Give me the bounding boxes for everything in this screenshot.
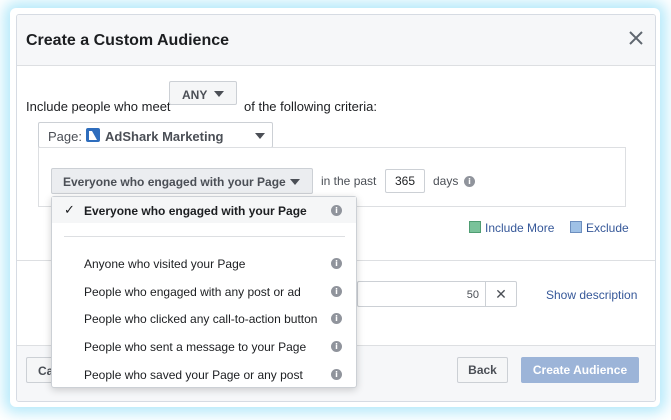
menu-divider xyxy=(64,236,345,237)
create-audience-button[interactable]: Create Audience xyxy=(521,357,639,383)
menu-item-label: People who clicked any call-to-action bu… xyxy=(84,312,318,326)
clear-icon[interactable]: ✕ xyxy=(485,281,517,307)
dialog-title: Create a Custom Audience xyxy=(26,32,230,49)
info-icon[interactable]: i xyxy=(464,176,475,187)
menu-item-visited-page[interactable]: Anyone who visited your Page i xyxy=(52,250,356,276)
info-icon[interactable]: i xyxy=(331,369,342,380)
exclude-icon xyxy=(570,221,582,233)
page-selector-label: Page: xyxy=(48,129,82,144)
include-more-label: Include More xyxy=(485,221,555,235)
chevron-down-icon xyxy=(290,179,300,185)
menu-item-engaged-post-ad[interactable]: People who engaged with any post or ad i xyxy=(52,278,356,304)
menu-item-label: People who engaged with any post or ad xyxy=(84,285,301,299)
show-description-link[interactable]: Show description xyxy=(546,288,637,302)
menu-item-saved-page[interactable]: People who saved your Page or any post i xyxy=(52,361,356,387)
retention-days-input[interactable] xyxy=(385,169,425,193)
info-icon[interactable]: i xyxy=(331,258,342,269)
close-icon[interactable] xyxy=(627,29,645,47)
include-more-icon xyxy=(469,221,481,233)
dialog-header: Create a Custom Audience xyxy=(17,15,655,66)
audience-name-input[interactable]: 50 xyxy=(357,281,485,307)
page-selector[interactable]: Page: AdShark Marketing xyxy=(38,122,273,148)
char-count: 50 xyxy=(466,289,479,301)
criteria-prefix: Include people who meet xyxy=(26,99,171,114)
menu-item-label: People who saved your Page or any post xyxy=(84,368,303,382)
menu-item-label: People who sent a message to your Page xyxy=(84,340,307,354)
page-name: AdShark Marketing xyxy=(105,129,224,144)
menu-item-everyone-engaged[interactable]: ✓ Everyone who engaged with your Page i xyxy=(52,197,356,223)
info-icon[interactable]: i xyxy=(331,313,342,324)
in-the-past-label: in the past xyxy=(321,174,377,188)
engagement-type-label: Everyone who engaged with your Page xyxy=(63,175,286,189)
exclude-link[interactable]: Exclude xyxy=(570,221,629,235)
info-icon[interactable]: i xyxy=(331,205,342,216)
menu-item-sent-message[interactable]: People who sent a message to your Page i xyxy=(52,333,356,359)
info-icon[interactable]: i xyxy=(331,286,342,297)
exclude-label: Exclude xyxy=(586,221,629,235)
menu-item-label: Anyone who visited your Page xyxy=(84,257,246,271)
match-any-label: ANY xyxy=(182,88,208,102)
menu-item-clicked-cta[interactable]: People who clicked any call-to-action bu… xyxy=(52,305,356,331)
engagement-type-menu: ✓ Everyone who engaged with your Page i … xyxy=(51,196,357,388)
chevron-down-icon xyxy=(214,91,224,97)
info-icon[interactable]: i xyxy=(331,341,342,352)
days-label: days xyxy=(433,174,459,188)
menu-item-label: Everyone who engaged with your Page xyxy=(84,204,307,218)
check-icon: ✓ xyxy=(64,202,75,217)
criteria-suffix: of the following criteria: xyxy=(244,99,377,114)
match-any-dropdown[interactable]: ANY xyxy=(169,81,237,105)
include-more-link[interactable]: Include More xyxy=(469,221,554,235)
back-button[interactable]: Back xyxy=(457,357,508,383)
engagement-type-dropdown[interactable]: Everyone who engaged with your Page xyxy=(51,168,313,194)
chevron-down-icon xyxy=(255,133,265,139)
page-logo-icon xyxy=(86,128,100,142)
